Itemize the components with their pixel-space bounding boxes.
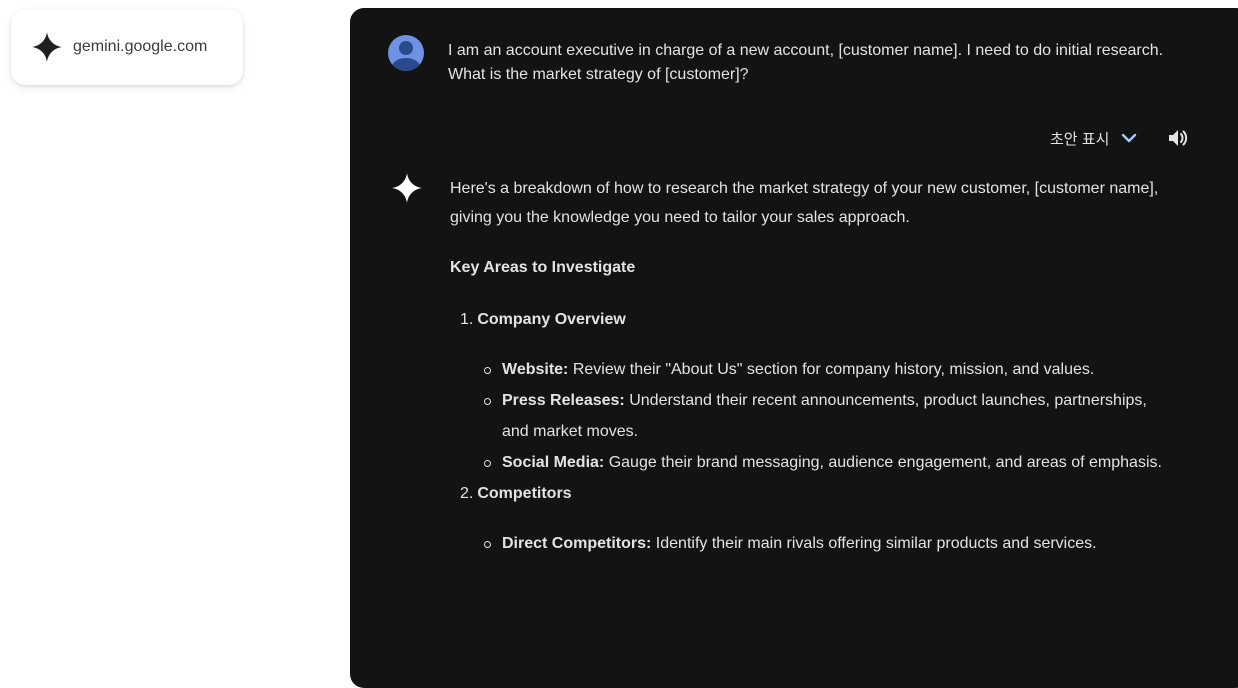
list-item: Website: Review their "About Us" section… (484, 354, 1170, 385)
gemini-sparkle-icon (392, 173, 422, 203)
site-domain: gemini.google.com (73, 38, 208, 55)
section-title: Company Overview (477, 311, 626, 328)
speaker-icon[interactable] (1165, 125, 1191, 151)
bullet-term: Direct Competitors: (502, 535, 652, 552)
list-item: Social Media: Gauge their brand messagin… (484, 447, 1170, 478)
model-response: Here's a breakdown of how to research th… (390, 171, 1170, 559)
gemini-spark-icon (32, 32, 62, 62)
bullet-term: Social Media: (502, 454, 605, 471)
bullet-term: Website: (502, 361, 569, 378)
list-item: Press Releases: Understand their recent … (484, 385, 1170, 447)
section-number: 1. (460, 311, 474, 328)
show-drafts-label[interactable]: 초안 표시 (1050, 128, 1109, 149)
user-avatar[interactable] (388, 35, 424, 71)
site-chip: gemini.google.com (11, 9, 243, 85)
section-number: 2. (460, 485, 474, 502)
section-title: Competitors (477, 485, 572, 502)
chevron-down-icon[interactable] (1119, 128, 1139, 148)
draft-toggle[interactable]: 초안 표시 (1050, 125, 1191, 151)
section-item: 2. Competitors (460, 479, 1170, 508)
user-prompt-text: I am an account executive in charge of a… (448, 42, 1164, 83)
user-message: I am an account executive in charge of a… (388, 35, 1168, 87)
bullet-text: Identify their main rivals offering simi… (651, 535, 1097, 552)
bullet-text: Gauge their brand messaging, audience en… (604, 454, 1162, 471)
section-bullets: Website: Review their "About Us" section… (484, 354, 1170, 478)
bullet-text: Review their "About Us" section for comp… (568, 361, 1095, 378)
section-item: 1. Company Overview (460, 305, 1170, 334)
response-heading: Key Areas to Investigate (450, 259, 636, 276)
section-bullets: Direct Competitors: Identify their main … (484, 528, 1170, 559)
list-item: Direct Competitors: Identify their main … (484, 528, 1170, 559)
bullet-term: Press Releases: (502, 392, 625, 409)
response-intro: Here's a breakdown of how to research th… (450, 180, 1159, 226)
chat-panel: I am an account executive in charge of a… (350, 8, 1238, 688)
